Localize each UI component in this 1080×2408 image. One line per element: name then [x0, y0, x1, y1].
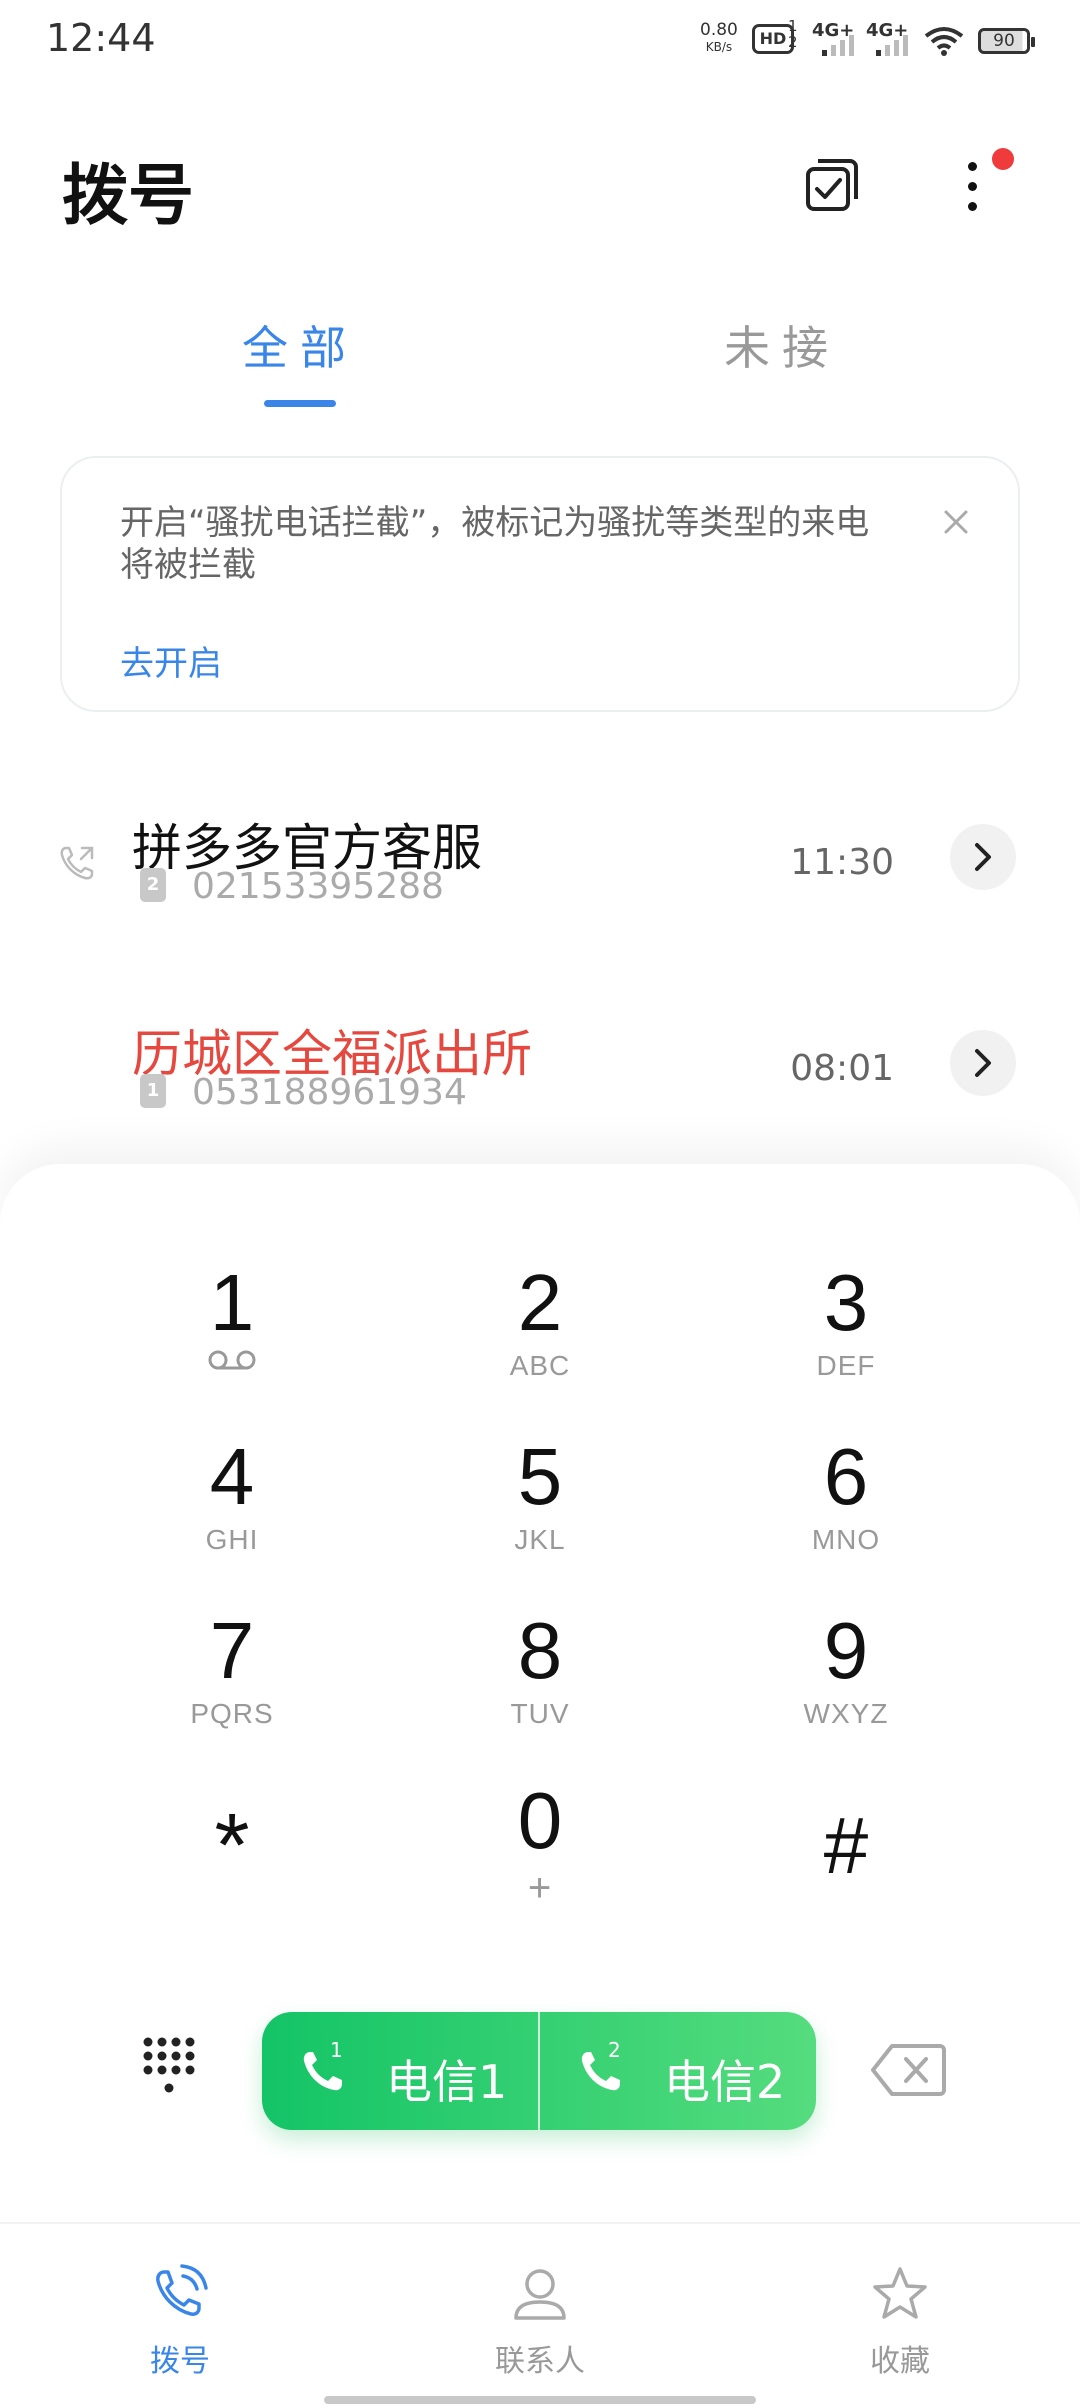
chevron-right-icon: [975, 1049, 991, 1077]
key-9[interactable]: 9 WXYZ: [696, 1606, 996, 1766]
dial-icon: [156, 2264, 208, 2316]
call-sim1-button[interactable]: 1 电信1: [262, 2012, 538, 2130]
chevron-right-icon: [975, 843, 991, 871]
call-log-item[interactable]: 拼多多官方客服 2 02153395288 11:30: [0, 808, 1080, 968]
call-buttons: 1 电信1 2 电信2: [262, 2012, 816, 2130]
phone-number: 053188961934: [192, 1072, 467, 1113]
sim-badge-icon: 2: [140, 868, 166, 902]
key-1[interactable]: 1: [82, 1258, 382, 1418]
tab-indicator: [264, 400, 336, 407]
notification-dot: [992, 148, 1014, 170]
status-time: 12:44: [46, 16, 156, 60]
page-title: 拨号: [62, 157, 194, 234]
voicemail-icon: [208, 1350, 256, 1370]
backspace-icon[interactable]: [870, 2042, 946, 2098]
key-4[interactable]: 4 GHI: [82, 1432, 382, 1592]
call-details-button[interactable]: [950, 1030, 1016, 1096]
call-sim2-button[interactable]: 2 电信2: [540, 2012, 816, 2130]
key-hash[interactable]: #: [696, 1796, 996, 1956]
nav-favorites[interactable]: 收藏: [800, 2264, 1000, 2380]
more-options-icon[interactable]: [954, 158, 994, 218]
call-time: 08:01: [790, 1048, 894, 1089]
sim-badge-icon: 1: [140, 1074, 166, 1108]
signal-bars-2-icon: [876, 34, 912, 56]
signal-bars-1-icon: [822, 34, 858, 56]
key-6[interactable]: 6 MNO: [696, 1432, 996, 1592]
bottom-nav: 拨号 联系人 收藏: [0, 2222, 1080, 2408]
battery-icon: 90: [978, 28, 1035, 54]
close-icon[interactable]: [938, 504, 974, 540]
call-time: 11:30: [790, 842, 894, 883]
home-indicator[interactable]: [324, 2396, 756, 2404]
network-speed: 0.80 KB/s: [700, 20, 738, 55]
key-8[interactable]: 8 TUV: [390, 1606, 690, 1766]
wifi-icon: [924, 27, 964, 56]
key-0[interactable]: 0 +: [390, 1776, 690, 1936]
key-star[interactable]: *: [82, 1796, 382, 1956]
tab-all[interactable]: 全部: [200, 312, 400, 378]
spam-block-banner: 开启“骚扰电话拦截”，被标记为骚扰等类型的来电将被拦截 去开启: [60, 456, 1020, 712]
banner-text: 开启“骚扰电话拦截”，被标记为骚扰等类型的来电将被拦截: [120, 503, 870, 585]
call-log-item[interactable]: 历城区全福派出所 1 053188961934 08:01: [0, 1014, 1080, 1174]
key-3[interactable]: 3 DEF: [696, 1258, 996, 1418]
hd-sim-numbers: 1 2: [788, 17, 798, 51]
key-5[interactable]: 5 JKL: [390, 1432, 690, 1592]
multi-select-icon[interactable]: [802, 155, 862, 215]
key-7[interactable]: 7 PQRS: [82, 1606, 382, 1766]
call-details-button[interactable]: [950, 824, 1016, 890]
star-icon: [873, 2267, 927, 2319]
nav-label: 联系人: [495, 2344, 585, 2379]
key-2[interactable]: 2 ABC: [390, 1258, 690, 1418]
nav-label: 拨号: [150, 2344, 210, 2379]
status-bar: 12:44 0.80 KB/s HD 1 2 4G+ 4G+ 90: [0, 0, 1080, 80]
nav-dial[interactable]: 拨号: [80, 2264, 280, 2380]
enable-link[interactable]: 去开启: [120, 636, 222, 685]
outgoing-call-icon: [60, 846, 94, 880]
nav-contacts[interactable]: 联系人: [440, 2264, 640, 2380]
dialpad-toggle-icon[interactable]: [140, 2034, 200, 2104]
tab-missed[interactable]: 未接: [682, 312, 882, 378]
nav-label: 收藏: [870, 2344, 930, 2379]
phone-number: 02153395288: [192, 866, 444, 907]
contacts-icon: [514, 2269, 566, 2320]
